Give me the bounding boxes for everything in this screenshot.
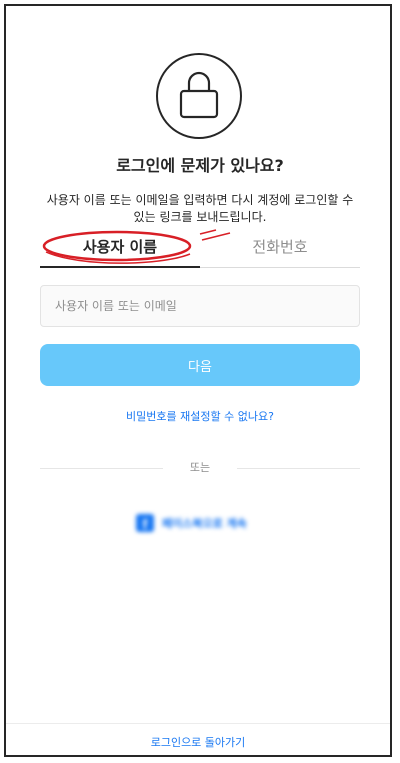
username-email-input[interactable] <box>40 285 360 327</box>
footer-bar: 로그인으로 돌아가기 <box>6 723 390 755</box>
next-button[interactable]: 다음 <box>40 344 360 386</box>
tab-username[interactable]: 사용자 이름 <box>40 228 200 268</box>
facebook-icon: f <box>136 514 154 532</box>
description-text: 사용자 이름 또는 이메일을 입력하면 다시 계정에 로그인할 수 있는 링크를… <box>46 193 354 224</box>
facebook-login-label: 페이스북으로 계속 <box>162 517 247 530</box>
divider-line-left <box>40 468 163 469</box>
or-divider: 또는 <box>40 459 360 477</box>
lock-icon <box>156 53 242 139</box>
username-email-field-wrap <box>40 285 360 327</box>
tab-phone[interactable]: 전화번호 <box>200 228 360 268</box>
facebook-login-button[interactable]: f 페이스북으로 계속 <box>136 512 247 534</box>
cant-reset-password-link[interactable]: 비밀번호를 재설정할 수 없나요? <box>0 408 400 424</box>
back-to-login-link[interactable]: 로그인으로 돌아가기 <box>6 734 390 750</box>
tab-bar: 사용자 이름 전화번호 <box>40 228 360 268</box>
divider-line-right <box>237 468 360 469</box>
page-title: 로그인에 문제가 있나요? <box>116 156 284 175</box>
or-label: 또는 <box>189 461 211 474</box>
